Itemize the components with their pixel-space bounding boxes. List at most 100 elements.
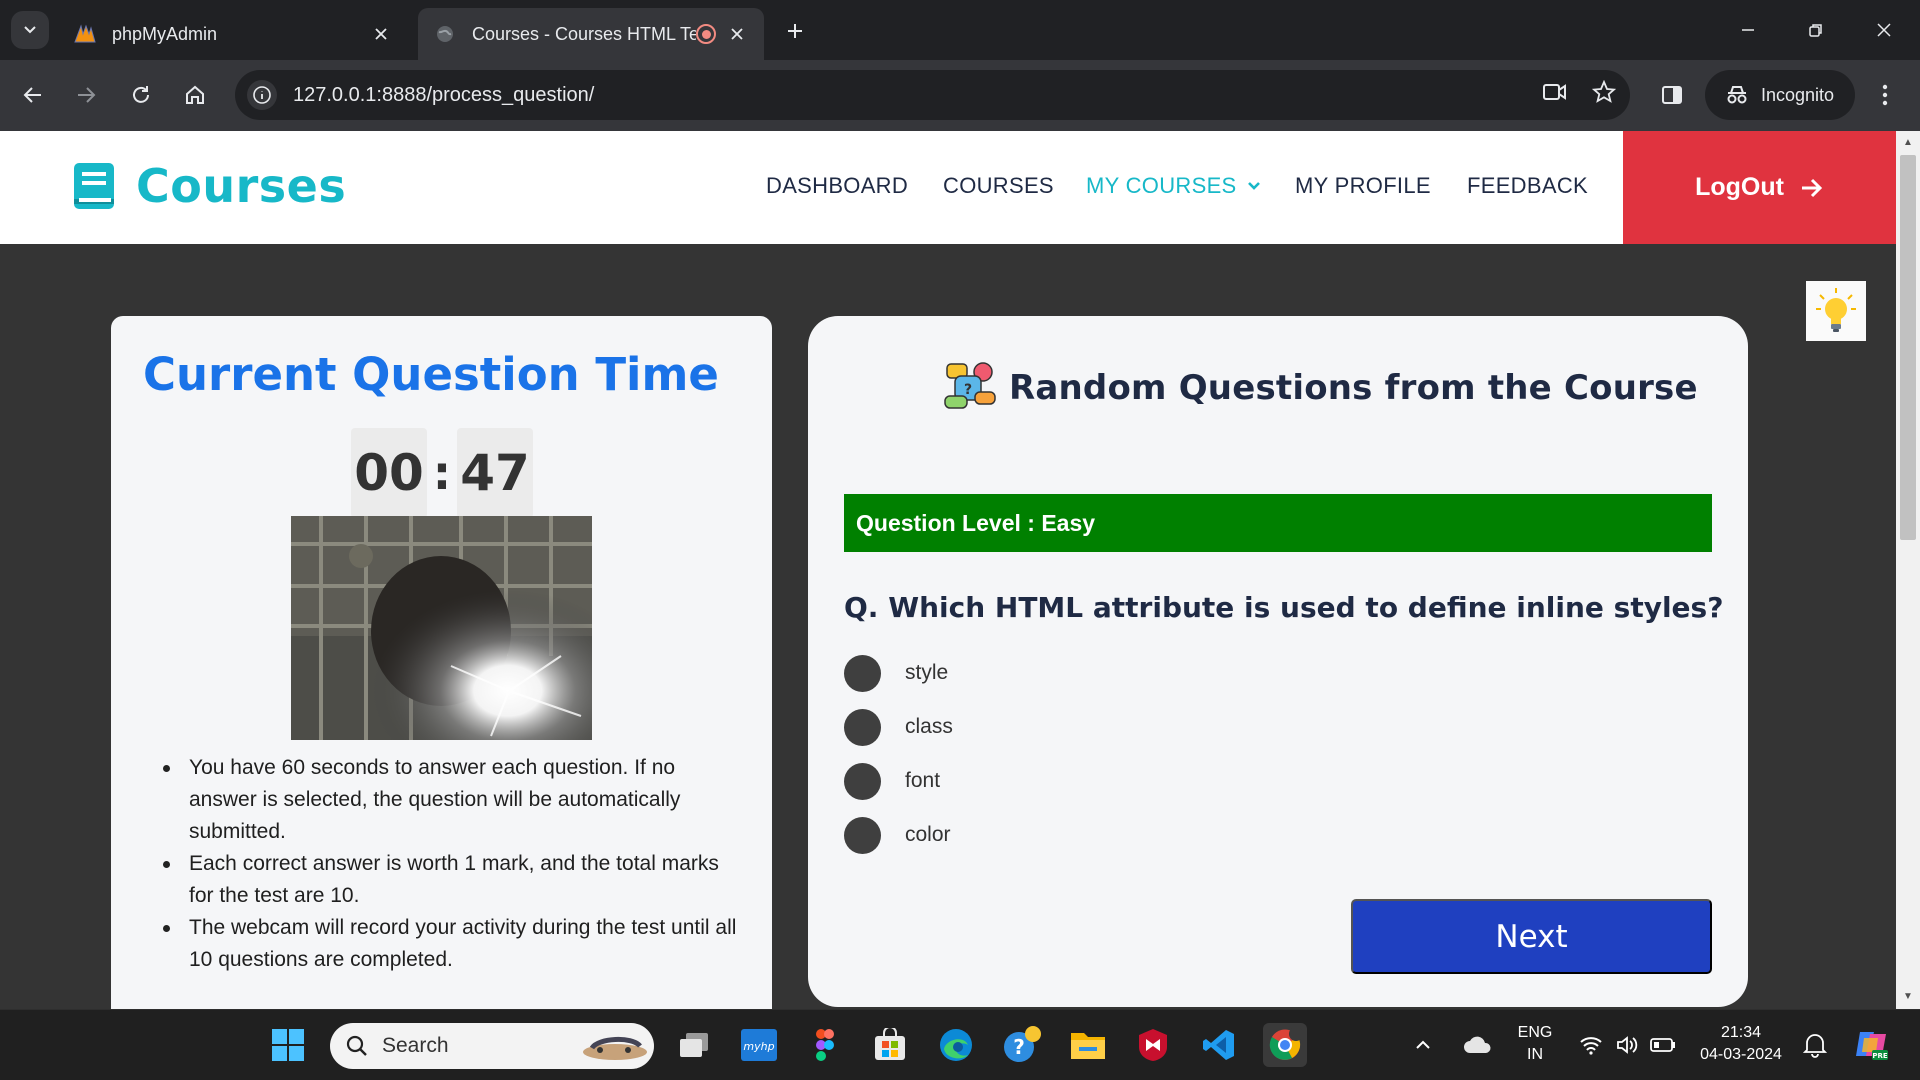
svg-text:?: ? — [1013, 1035, 1025, 1059]
camera-in-use-icon[interactable] — [1542, 80, 1568, 109]
home-icon — [186, 85, 204, 104]
webcam-frame — [291, 516, 592, 740]
svg-text:PRE: PRE — [1872, 1052, 1888, 1060]
arrow-left-icon — [23, 87, 41, 103]
arrow-right-icon — [78, 87, 96, 103]
region-code: IN — [1527, 1046, 1543, 1063]
option-label: style — [905, 661, 949, 684]
logout-button[interactable]: LogOut — [1623, 131, 1896, 244]
tab-courses[interactable]: Courses - Courses HTML Te — [418, 8, 764, 60]
copilot-icon[interactable]: PRE — [1850, 1023, 1894, 1067]
figma-app-icon[interactable] — [803, 1023, 847, 1067]
answer-options: style class font color — [844, 646, 953, 862]
reload-icon — [133, 86, 149, 103]
answer-option[interactable]: class — [844, 700, 953, 754]
get-help-icon[interactable]: ? — [1000, 1023, 1044, 1067]
logout-label: LogOut — [1695, 173, 1784, 201]
timer-seconds: 47 — [457, 428, 533, 518]
new-tab-button[interactable] — [778, 14, 812, 48]
myhp-app-icon[interactable]: myhp — [737, 1023, 781, 1067]
radio-button[interactable] — [844, 708, 881, 746]
restore-icon — [1809, 24, 1822, 37]
notification-bell-icon[interactable] — [1798, 1023, 1832, 1067]
battery-icon[interactable] — [1648, 1023, 1678, 1067]
next-button[interactable]: Next — [1351, 899, 1712, 974]
close-window-button[interactable] — [1864, 12, 1904, 48]
minimize-button[interactable] — [1728, 12, 1768, 48]
close-tab-icon[interactable] — [368, 21, 394, 47]
site-header: Courses DASHBOARD COURSES MY COURSES MY … — [0, 131, 1896, 244]
mcafee-icon[interactable] — [1131, 1023, 1175, 1067]
scrollbar-thumb[interactable] — [1900, 155, 1916, 540]
tab-title: Courses - Courses HTML Te — [472, 23, 696, 44]
option-label: font — [905, 769, 941, 792]
scroll-down-icon[interactable]: ▼ — [1902, 991, 1914, 1003]
windows-logo-icon — [272, 1029, 304, 1061]
tab-title: phpMyAdmin — [112, 23, 218, 44]
edge-browser-icon[interactable] — [934, 1023, 978, 1067]
radio-button[interactable] — [844, 654, 881, 692]
url-text[interactable]: 127.0.0.1:8888/process_question/ — [293, 84, 594, 107]
side-panel-button[interactable] — [1653, 76, 1691, 114]
chrome-incognito-icon[interactable] — [1263, 1023, 1307, 1067]
answer-option[interactable]: color — [844, 808, 953, 862]
radio-button[interactable] — [844, 816, 881, 854]
scroll-up-icon[interactable]: ▲ — [1902, 137, 1914, 149]
system-clock[interactable]: 21:34 04-03-2024 — [1694, 1022, 1788, 1066]
tab-phpmyadmin[interactable]: phpMyAdmin — [58, 8, 408, 60]
question-level-banner: Question Level : Easy — [844, 494, 1712, 552]
side-panel-icon — [1662, 86, 1682, 104]
nav-dashboard[interactable]: DASHBOARD — [766, 173, 908, 199]
incognito-icon — [1727, 86, 1747, 104]
browser-menu-button[interactable] — [1866, 76, 1904, 114]
input-language[interactable]: ENG IN — [1510, 1022, 1560, 1066]
tab-search-button[interactable] — [11, 11, 49, 49]
brand-name: Courses — [136, 159, 347, 213]
close-tab-icon[interactable] — [724, 21, 750, 47]
taskbar-search-box[interactable]: Search — [330, 1023, 654, 1069]
incognito-badge[interactable]: Incognito — [1705, 70, 1855, 120]
nav-my-courses[interactable]: MY COURSES — [1086, 173, 1261, 199]
answer-option[interactable]: font — [844, 754, 953, 808]
timer-card: Current Question Time 00 : 47 You have 6… — [111, 316, 772, 1009]
back-button[interactable] — [14, 76, 52, 114]
webcam-feed — [291, 516, 592, 740]
restore-button[interactable] — [1796, 12, 1836, 48]
recording-icon — [696, 24, 716, 44]
start-button[interactable] — [266, 1023, 310, 1067]
answer-option[interactable]: style — [844, 646, 953, 700]
site-info-icon[interactable] — [247, 80, 277, 110]
test-rules-list: You have 60 seconds to answer each quest… — [163, 752, 747, 976]
timer-minutes: 00 — [351, 428, 427, 518]
file-explorer-icon[interactable] — [1066, 1023, 1110, 1067]
page-scrollbar[interactable]: ▲ ▼ — [1896, 131, 1920, 1009]
page-viewport: Courses DASHBOARD COURSES MY COURSES MY … — [0, 131, 1896, 1009]
show-hidden-icons-icon[interactable] — [1408, 1023, 1438, 1067]
onedrive-cloud-icon[interactable] — [1456, 1023, 1500, 1067]
close-icon — [1877, 23, 1891, 37]
book-icon — [74, 163, 114, 209]
search-icon — [346, 1035, 367, 1056]
windows-taskbar: Search myhp ? ENG IN 21:34 04-03-2024 PR… — [0, 1009, 1920, 1080]
globe-icon — [432, 21, 458, 47]
countdown-timer: 00 : 47 — [351, 428, 533, 518]
theme-toggle-button[interactable] — [1806, 281, 1866, 341]
nav-my-profile[interactable]: MY PROFILE — [1295, 173, 1431, 199]
home-button[interactable] — [176, 76, 214, 114]
nav-feedback[interactable]: FEEDBACK — [1467, 173, 1588, 199]
search-placeholder: Search — [382, 1034, 449, 1057]
vscode-icon[interactable] — [1197, 1023, 1241, 1067]
bookmark-star-icon[interactable] — [1591, 79, 1617, 109]
address-bar[interactable]: 127.0.0.1:8888/process_question/ — [235, 70, 1630, 120]
wifi-icon[interactable] — [1576, 1023, 1606, 1067]
forward-button[interactable] — [67, 76, 105, 114]
microsoft-store-icon[interactable] — [868, 1023, 912, 1067]
volume-icon[interactable] — [1612, 1023, 1642, 1067]
radio-button[interactable] — [844, 762, 881, 800]
task-view-icon[interactable] — [672, 1023, 716, 1067]
reload-button[interactable] — [122, 76, 160, 114]
nav-courses[interactable]: COURSES — [943, 173, 1054, 199]
browser-tabstrip: phpMyAdmin Courses - Courses HTML Te — [0, 0, 1920, 60]
site-logo[interactable]: Courses — [72, 159, 346, 213]
search-highlight-icon — [583, 1037, 647, 1060]
